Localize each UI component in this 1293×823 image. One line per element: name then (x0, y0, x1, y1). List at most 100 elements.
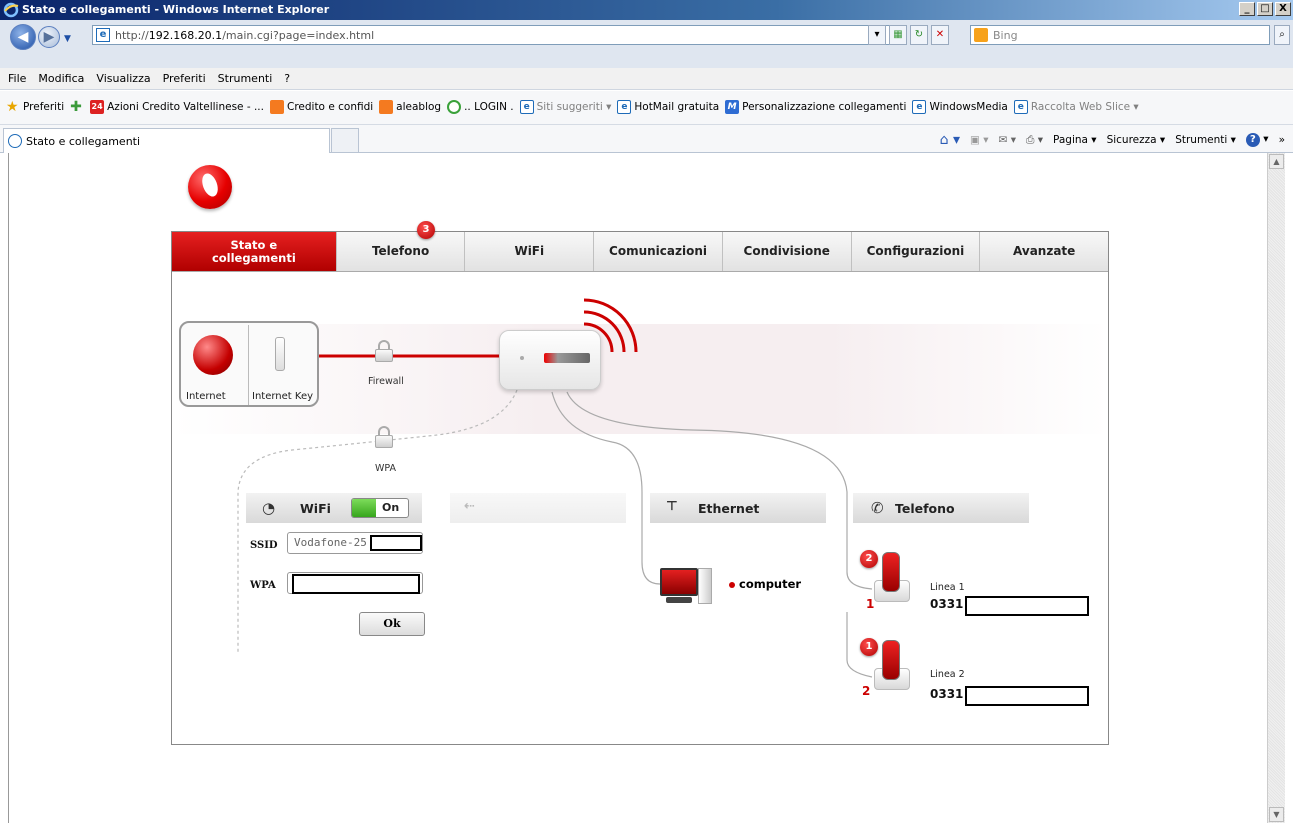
sicurezza-menu[interactable]: Sicurezza ▾ (1107, 134, 1166, 146)
router-panel: Stato e collegamenti Telefono WiFi Comun… (171, 221, 1109, 745)
tab-stato-collegamenti[interactable]: Stato e collegamenti (3, 128, 330, 153)
forward-button[interactable]: ▶ (38, 26, 60, 48)
wifi-toggle[interactable]: On (351, 498, 409, 518)
print-icon[interactable]: ⎙ ▾ (1026, 134, 1043, 147)
url-host: 192.168.20.1 (148, 29, 223, 42)
home-icon[interactable]: ⌂ ▾ (940, 132, 960, 148)
menu-modifica[interactable]: Modifica (38, 72, 84, 85)
page-icon: e (96, 28, 110, 42)
address-dropdown-icon[interactable]: ▾ (868, 25, 886, 45)
usb-icon: ⇠ (464, 499, 475, 514)
fav-item-siti-suggeriti[interactable]: e Siti suggeriti ▾ (519, 100, 611, 114)
computer-status-dot (729, 582, 735, 588)
internet-label: Internet (186, 391, 226, 402)
address-bar-row: ◀ ▶ ▼ e http://192.168.20.1/main.cgi?pag… (0, 20, 1293, 68)
menu-file[interactable]: File (8, 72, 26, 85)
url-prefix: http:// (115, 29, 149, 42)
tab-row: Stato e collegamenti ⌂ ▾ ▣ ▾ ✉ ▾ ⎙ ▾ Pag… (0, 125, 1293, 153)
scroll-down-icon[interactable]: ▼ (1269, 807, 1284, 822)
ie-icon: e (1013, 100, 1028, 114)
feeds-icon[interactable]: ▣ ▾ (970, 134, 989, 146)
window-titlebar: Stato e collegamenti - Windows Internet … (0, 0, 1293, 20)
ethernet-icon: ⊤ (666, 499, 678, 514)
back-button[interactable]: ◀ (10, 24, 36, 50)
fav-item-login[interactable]: .. LOGIN . (447, 100, 514, 114)
fav-item-hotmail[interactable]: e HotMail gratuita (617, 100, 719, 114)
favorites-button[interactable]: ★ Preferiti (6, 100, 64, 114)
ie-icon: e (519, 100, 534, 114)
refresh-icon[interactable]: ↻ (910, 25, 928, 45)
linea1-phone-number: 0331 (930, 597, 964, 611)
close-button[interactable]: X (1275, 2, 1291, 16)
bing-icon (974, 28, 988, 42)
ssid-label: SSID (250, 540, 278, 551)
linea2-redaction (965, 686, 1089, 706)
wifi-section-header: ◔ WiFi On (246, 493, 422, 523)
strumenti-menu[interactable]: Strumenti ▾ (1175, 134, 1236, 146)
help-button[interactable]: ? ▾ (1245, 133, 1269, 147)
ie-icon: e (617, 100, 632, 114)
router-device (499, 330, 601, 390)
fav-item-aleablog[interactable]: aleablog (379, 100, 441, 114)
menu-visualizza[interactable]: Visualizza (96, 72, 150, 85)
vertical-scrollbar[interactable]: ▲ ▼ (1267, 153, 1285, 823)
line2-badge: 1 (860, 638, 878, 656)
compatibility-icon[interactable]: ▦ (889, 25, 907, 45)
fav-item-personalizzazione[interactable]: M Personalizzazione collegamenti (725, 100, 906, 114)
maximize-button[interactable]: □ (1257, 2, 1273, 16)
blogger-icon (269, 100, 284, 114)
vodafone-logo (188, 165, 232, 209)
history-dropdown-icon[interactable]: ▼ (64, 34, 74, 44)
line1-number: 1 (866, 597, 875, 611)
firewall-lock-icon (375, 340, 393, 362)
menu-bar: File Modifica Visualizza Preferiti Strum… (0, 68, 1293, 90)
search-input[interactable]: Bing (970, 25, 1270, 45)
phone-line2-icon (874, 640, 910, 694)
linea2-label: Linea 2 (930, 669, 965, 680)
ie-tab-icon (8, 134, 22, 148)
ethernet-section-header: ⊤ Ethernet (650, 493, 826, 523)
scroll-up-icon[interactable]: ▲ (1269, 154, 1284, 169)
msn-icon: M (725, 100, 740, 114)
wpa-lock-icon (375, 426, 393, 448)
minimize-button[interactable]: _ (1239, 2, 1255, 16)
wpa-redaction (292, 574, 420, 594)
telefono-section-header: ✆ Telefono (853, 493, 1029, 523)
linea1-redaction (965, 596, 1089, 616)
wpa-diagram-label: WPA (375, 463, 397, 474)
fav-item-credito-valtellinese[interactable]: 24 Azioni Credito Valtellinese - ... (90, 100, 264, 114)
menu-preferiti[interactable]: Preferiti (163, 72, 206, 85)
search-placeholder: Bing (993, 29, 1018, 42)
fav-item-credito-confidi[interactable]: Credito e confidi (269, 100, 373, 114)
add-favorite-button[interactable]: ✚ (70, 100, 84, 114)
phone-line1-icon (874, 552, 910, 606)
new-tab-button[interactable] (331, 128, 359, 153)
ie-icon: e (912, 100, 927, 114)
fav-item-windowsmedia[interactable]: e WindowsMedia (912, 100, 1008, 114)
internet-key-icon (275, 337, 285, 371)
connection-lines (237, 298, 873, 678)
stop-icon[interactable]: ✕ (931, 25, 949, 45)
mail-icon[interactable]: ✉ ▾ (999, 134, 1016, 146)
favorites-bar: ★ Preferiti ✚ 24 Azioni Credito Valtelline… (0, 91, 1293, 125)
search-button[interactable]: ⌕ (1274, 25, 1290, 45)
blogger-icon (379, 100, 394, 114)
more-commands-icon[interactable]: » (1279, 134, 1285, 146)
ie-logo-icon (3, 2, 19, 18)
wifi-icon: ◔ (262, 499, 276, 517)
menu-strumenti[interactable]: Strumenti (218, 72, 273, 85)
ssid-redaction (370, 535, 422, 551)
menu-help[interactable]: ? (284, 72, 290, 85)
help-icon: ? (1245, 133, 1260, 147)
ok-button[interactable]: Ok (359, 612, 425, 636)
pagina-menu[interactable]: Pagina ▾ (1053, 134, 1097, 146)
computer-label[interactable]: computer (739, 577, 801, 591)
star-icon: ★ (6, 99, 19, 115)
linea2-phone-number: 0331 (930, 687, 964, 701)
phone-icon: ✆ (871, 499, 884, 517)
wpa-field-label: WPA (250, 580, 276, 591)
fav-item-web-slice[interactable]: e Raccolta Web Slice ▾ (1013, 100, 1139, 114)
linea1-label: Linea 1 (930, 582, 965, 593)
address-input[interactable]: e http://192.168.20.1/main.cgi?page=inde… (92, 25, 890, 45)
usb-section-header: ⇠ (450, 493, 626, 523)
